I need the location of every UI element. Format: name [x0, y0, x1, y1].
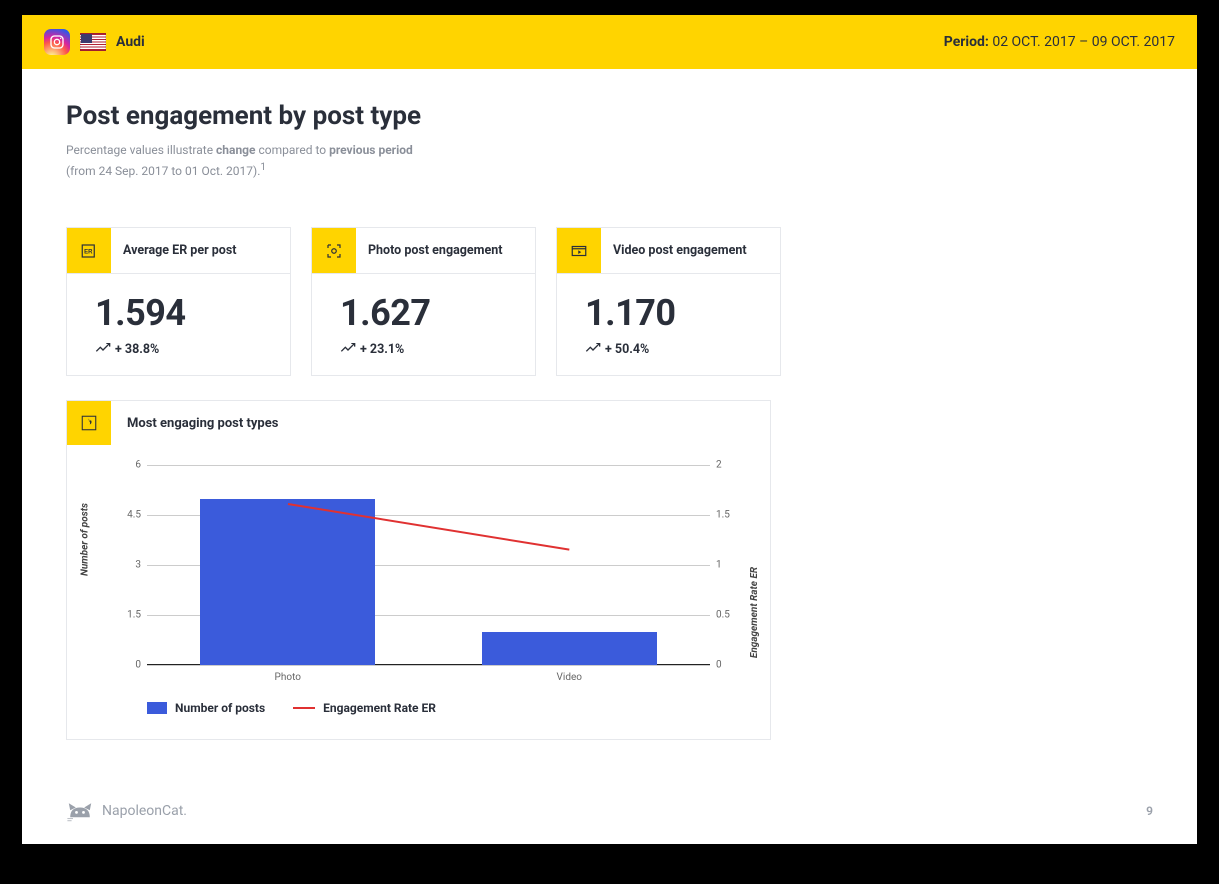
legend-line: Engagement Rate ER [293, 701, 436, 715]
y2-tick-label: 1.5 [716, 510, 742, 521]
topbar-left: Audi [44, 29, 145, 55]
er-icon: ER [67, 228, 111, 273]
y2-axis-title: Engagement Rate ER [749, 567, 760, 658]
legend-line-label: Engagement Rate ER [323, 701, 436, 715]
y-tick-label: 3 [115, 560, 141, 571]
x-tick-label: Video [557, 672, 582, 683]
subtitle-footnote: 1 [260, 162, 266, 173]
legend-line-swatch [293, 707, 315, 709]
subtitle-prefix: Percentage values illustrate [66, 143, 216, 157]
card-label: Video post engagement [601, 228, 759, 273]
chart-bar [200, 499, 375, 666]
page-title: Post engagement by post type [66, 101, 1153, 131]
period-value: 02 OCT. 2017 – 09 OCT. 2017 [992, 34, 1175, 50]
card-header: Photo post engagement [312, 228, 535, 274]
legend-bar-label: Number of posts [175, 701, 265, 715]
gridline [147, 465, 710, 466]
napoleoncat-mark-icon [66, 800, 94, 822]
y-axis-title: Number of posts [80, 503, 91, 576]
card-avg-er: ER Average ER per post 1.594 + 38.8% [66, 227, 291, 376]
trend-up-icon [340, 342, 356, 357]
subtitle-line2: (from 24 Sep. 2017 to 01 Oct. 2017). [66, 164, 260, 178]
y2-tick-label: 0 [716, 660, 742, 671]
y-tick-label: 0 [115, 660, 141, 671]
metric-cards: ER Average ER per post 1.594 + 38.8% [66, 227, 1153, 376]
chart-plot-area: 01.534.5600.511.52PhotoVideo [147, 465, 710, 665]
chart-bar [482, 632, 657, 665]
y2-tick-label: 0.5 [716, 610, 742, 621]
card-label: Photo post engagement [356, 228, 514, 273]
card-change: + 38.8% [95, 342, 278, 357]
card-value: 1.627 [340, 292, 523, 334]
y-tick-label: 1.5 [115, 610, 141, 621]
chart-header: Most engaging post types [67, 401, 770, 445]
legend-bar: Number of posts [147, 701, 265, 715]
card-change-text: + 50.4% [605, 342, 649, 357]
gridline [147, 665, 710, 666]
card-value: 1.170 [585, 292, 768, 334]
y-tick-label: 6 [115, 460, 141, 471]
instagram-icon [44, 29, 70, 55]
report-page: Audi Period: 02 OCT. 2017 – 09 OCT. 2017… [22, 15, 1197, 844]
us-flag-icon [80, 33, 106, 51]
legend-bar-swatch [147, 702, 167, 714]
card-label: Average ER per post [111, 228, 249, 273]
subtitle-bold2: previous period [329, 143, 413, 157]
card-change-text: + 38.8% [115, 342, 159, 357]
y2-tick-label: 2 [716, 460, 742, 471]
card-change: + 50.4% [585, 342, 768, 357]
svg-text:ER: ER [84, 250, 93, 256]
brand-name: Audi [116, 34, 145, 50]
subtitle-bold1: change [216, 143, 255, 157]
card-photo-engagement: Photo post engagement 1.627 + 23.1% [311, 227, 536, 376]
card-body: 1.627 + 23.1% [312, 274, 535, 375]
photo-icon [312, 228, 356, 273]
chart-panel: Most engaging post types Number of posts… [66, 400, 771, 740]
trend-up-icon [95, 342, 111, 357]
content: Post engagement by post type Percentage … [22, 69, 1197, 760]
top-bar: Audi Period: 02 OCT. 2017 – 09 OCT. 2017 [22, 15, 1197, 69]
x-tick-label: Photo [275, 672, 301, 683]
card-body: 1.594 + 38.8% [67, 274, 290, 375]
footer: NapoleonCat. 9 [22, 760, 1197, 844]
card-header: ER Average ER per post [67, 228, 290, 274]
period-range: Period: 02 OCT. 2017 – 09 OCT. 2017 [944, 34, 1175, 50]
period-label: Period: [944, 34, 989, 50]
chart-legend: Number of posts Engagement Rate ER [87, 665, 750, 719]
card-change: + 23.1% [340, 342, 523, 357]
logo-text: NapoleonCat. [102, 803, 187, 819]
subtitle: Percentage values illustrate change comp… [66, 141, 1153, 181]
card-body: 1.170 + 50.4% [557, 274, 780, 375]
card-header: Video post engagement [557, 228, 780, 274]
flame-icon [67, 401, 111, 445]
page-number: 9 [1146, 804, 1153, 818]
trend-up-icon [585, 342, 601, 357]
card-video-engagement: Video post engagement 1.170 + 50.4% [556, 227, 781, 376]
chart-body: Number of posts Engagement Rate ER 01.53… [67, 445, 770, 739]
subtitle-mid: compared to [256, 143, 330, 157]
card-change-text: + 23.1% [360, 342, 404, 357]
y2-tick-label: 1 [716, 560, 742, 571]
video-icon [557, 228, 601, 273]
y-tick-label: 4.5 [115, 510, 141, 521]
card-value: 1.594 [95, 292, 278, 334]
napoleoncat-logo: NapoleonCat. [66, 800, 187, 822]
chart-title: Most engaging post types [111, 401, 294, 445]
